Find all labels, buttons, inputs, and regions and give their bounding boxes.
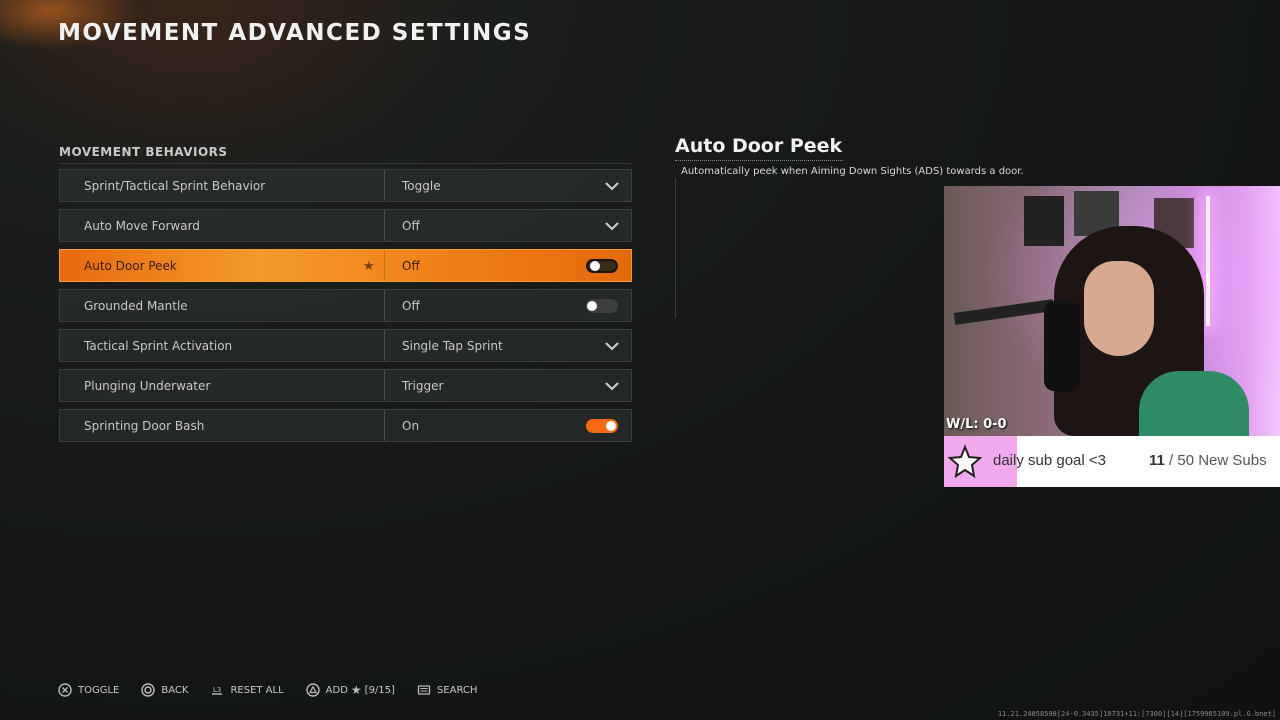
setting-value: Off [402,219,420,233]
circle-button-icon [141,683,156,697]
hint-label: BACK [161,684,189,696]
star-icon: ★ [350,683,362,697]
hint-label: SEARCH [436,684,478,696]
description-title: Auto Door Peek [675,135,843,161]
setting-row-tactical-sprint-activation[interactable]: Tactical Sprint Activation Single Tap Sp… [59,329,632,362]
divider [384,330,385,361]
star-icon [947,444,983,479]
description-divider [675,178,676,318]
page-title: MOVEMENT ADVANCED SETTINGS [58,20,532,46]
favorite-count: [9/15] [364,684,395,696]
setting-value: Single Tap Sprint [402,339,503,353]
setting-value: On [402,419,420,433]
toggle-knob [606,421,616,431]
hint-toggle[interactable]: TOGGLE [58,683,119,697]
streamer-face [1084,261,1154,356]
chevron-down-icon[interactable] [605,219,619,233]
divider [384,370,385,401]
toggle-switch[interactable] [586,299,618,313]
settings-list: Sprint/Tactical Sprint Behavior Toggle A… [59,169,632,449]
toggle-knob [590,261,600,271]
chevron-down-icon[interactable] [605,179,619,193]
setting-label: Sprinting Door Bash [84,418,205,433]
hint-add-favorite[interactable]: ADD ★ [9/15] [305,683,395,697]
setting-label: Tactical Sprint Activation [84,338,233,353]
triangle-button-icon [305,683,320,697]
sub-goal-label: daily sub goal <3 [993,452,1106,469]
toggle-knob [587,301,597,311]
setting-row-auto-door-peek[interactable]: Auto Door Peek ★ Off [59,249,632,282]
setting-label: Plunging Underwater [84,378,211,393]
svg-text:L3: L3 [213,686,221,694]
setting-value: Off [402,299,420,313]
streamer-shirt [1139,371,1249,436]
hint-reset-all[interactable]: L3 RESET ALL [210,683,284,697]
setting-value: Toggle [402,179,441,193]
setting-label: Sprint/Tactical Sprint Behavior [84,178,266,193]
cross-button-icon [58,683,72,697]
setting-row-grounded-mantle[interactable]: Grounded Mantle Off [59,289,632,322]
description-panel: Auto Door Peek Automatically peek when A… [675,135,1095,177]
section-header: MOVEMENT BEHAVIORS [59,145,631,164]
setting-row-plunging-underwater[interactable]: Plunging Underwater Trigger [59,369,632,402]
hint-search[interactable]: SEARCH [417,683,477,697]
setting-value: Off [402,259,420,273]
sub-goal-widget: daily sub goal <3 11 / 50 New Subs [944,436,1280,487]
favorite-star-icon[interactable]: ★ [363,258,375,274]
setting-label: Auto Door Peek [84,258,177,273]
build-info: 11.21.24058598[24-0.3435]10731+11:[7300]… [997,710,1276,718]
wall-frame [1024,196,1064,246]
setting-row-auto-move-forward[interactable]: Auto Move Forward Off [59,209,632,242]
keyboard-icon [417,685,431,695]
neon-lamp [1206,196,1210,326]
chevron-down-icon[interactable] [605,339,619,353]
sub-goal-count: 11 / 50 New Subs [1149,452,1267,469]
hint-back[interactable]: BACK [141,683,188,697]
chevron-down-icon[interactable] [605,379,619,393]
setting-label: Auto Move Forward [84,218,200,233]
setting-row-sprint-behavior[interactable]: Sprint/Tactical Sprint Behavior Toggle [59,169,632,202]
l3-button-icon: L3 [212,686,223,695]
webcam-overlay [944,186,1280,436]
divider [384,250,385,281]
toggle-switch[interactable] [586,419,618,433]
divider [384,290,385,321]
description-text: Automatically peek when Aiming Down Sigh… [681,166,1024,177]
win-loss-counter: W/L: 0-0 [946,417,1007,432]
button-hints-bar: TOGGLE BACK L3 RESET ALL ADD ★ [9/15] SE… [58,683,499,697]
sub-goal-target: / 50 New Subs [1169,452,1267,469]
setting-label: Grounded Mantle [84,298,188,313]
microphone [1044,301,1080,391]
hint-label: RESET ALL [230,684,284,696]
divider [384,410,385,441]
divider [384,170,385,201]
hint-label: ADD [325,684,348,696]
sub-goal-current: 11 [1149,452,1165,469]
toggle-switch[interactable] [586,259,618,273]
setting-value: Trigger [402,379,444,393]
hint-label: TOGGLE [78,684,120,696]
divider [384,210,385,241]
setting-row-sprinting-door-bash[interactable]: Sprinting Door Bash On [59,409,632,442]
